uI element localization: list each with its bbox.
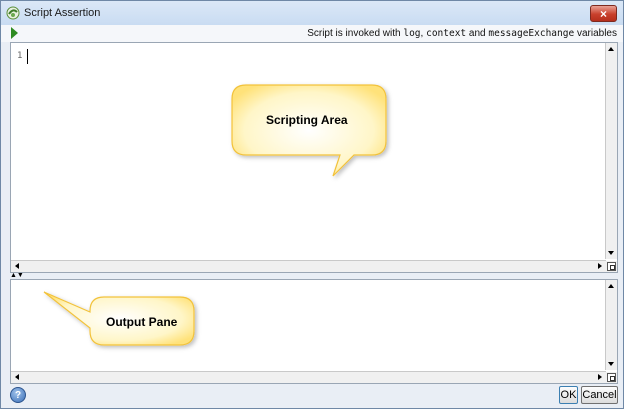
callout-overlay [43, 84, 387, 346]
scripting-area-callout-label: Scripting Area [266, 113, 348, 127]
scripting-area-callout [231, 84, 387, 177]
output-pane-callout-label: Output Pane [106, 315, 178, 329]
